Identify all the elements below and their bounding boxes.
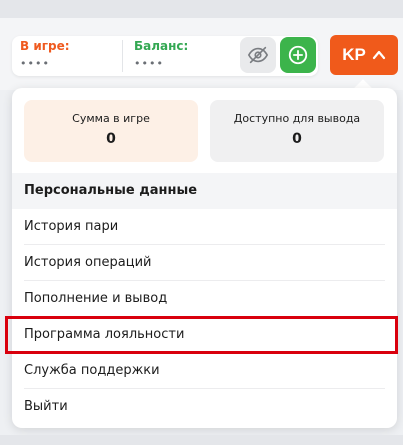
- eye-slash-icon: [247, 46, 269, 64]
- menu-item-label: История операций: [24, 255, 152, 270]
- plus-circle-icon: [288, 45, 308, 65]
- balance-value: ••••: [134, 57, 164, 70]
- menu-item-label: История пари: [24, 219, 119, 234]
- chevron-up-icon: [372, 50, 385, 60]
- in-game-block: В игре: ••••: [20, 39, 70, 71]
- menu-item-bet-history[interactable]: История пари: [24, 209, 385, 245]
- bottom-strip: [0, 435, 403, 445]
- available-card: Доступно для вывода 0: [210, 100, 384, 162]
- sum-in-game-card: Сумма в игре 0: [24, 100, 198, 162]
- avatar-initials: KP: [342, 45, 366, 64]
- profile-dropdown: Сумма в игре 0 Доступно для вывода 0 Пер…: [12, 88, 397, 428]
- personal-data-label: Персональные данные: [24, 183, 198, 198]
- balance-block: Баланс: ••••: [134, 39, 188, 71]
- profile-menu-button[interactable]: KP: [330, 35, 398, 75]
- menu-item-support[interactable]: Служба поддержки: [24, 353, 385, 389]
- in-game-value: ••••: [20, 57, 50, 70]
- sum-in-game-value: 0: [106, 131, 116, 147]
- deposit-button[interactable]: [280, 37, 316, 73]
- available-value: 0: [292, 131, 302, 147]
- available-label: Доступно для вывода: [233, 112, 361, 125]
- personal-data-item[interactable]: Персональные данные: [12, 173, 397, 209]
- menu-item-label: Служба поддержки: [24, 363, 160, 378]
- in-game-label: В игре:: [20, 39, 70, 53]
- loyalty-highlight-box: [5, 316, 398, 354]
- menu-item-logout[interactable]: Выйти: [24, 389, 385, 425]
- menu-item-label: Выйти: [24, 399, 68, 414]
- top-strip: [0, 0, 403, 18]
- hide-balance-button[interactable]: [240, 37, 276, 73]
- menu-item-label: Пополнение и вывод: [24, 291, 168, 306]
- balance-label: Баланс:: [134, 39, 189, 53]
- menu-item-operations-history[interactable]: История операций: [24, 245, 385, 281]
- sum-in-game-label: Сумма в игре: [72, 112, 150, 125]
- menu-item-deposit-withdraw[interactable]: Пополнение и вывод: [24, 281, 385, 317]
- balance-divider: [122, 40, 123, 72]
